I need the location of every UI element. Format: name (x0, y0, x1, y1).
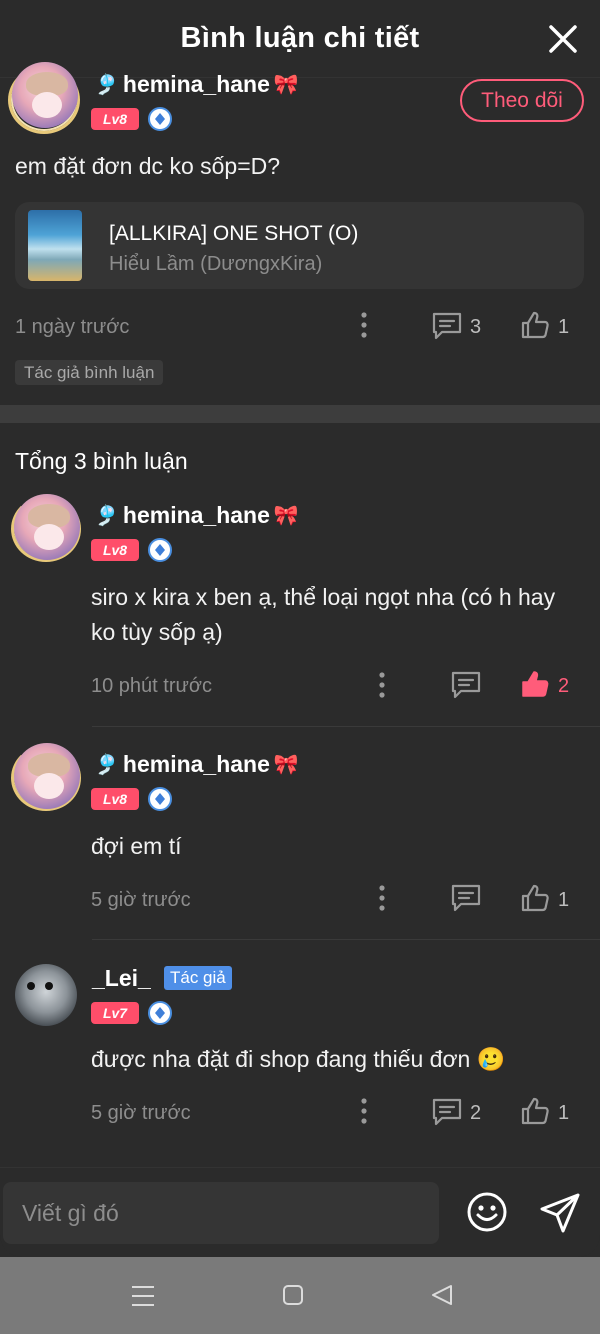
comment-input-bar (0, 1167, 600, 1257)
username[interactable]: 🎐 hemina_hane 🎀 (94, 71, 299, 98)
menu-icon[interactable] (131, 1284, 155, 1308)
follow-button[interactable]: Theo dõi (460, 79, 584, 122)
avatar[interactable] (15, 964, 77, 1026)
comment-icon[interactable] (431, 1097, 463, 1127)
emoji-icon[interactable] (466, 1191, 508, 1233)
level-badge: Lv8 (91, 788, 139, 810)
book-cover-image (28, 210, 82, 281)
comment-author-tag: Tác giả bình luận (15, 360, 164, 385)
shield-icon (148, 538, 172, 562)
comment-time: 1 ngày trước (15, 316, 130, 338)
page-title: Bình luận chi tiết (180, 22, 420, 54)
shield-icon (148, 787, 172, 811)
comment-input[interactable] (3, 1182, 439, 1244)
comment-icon[interactable] (431, 311, 463, 341)
shield-icon (148, 107, 172, 131)
book-subtitle: Hiểu Lầm (DươngxKira) (109, 253, 323, 275)
balloon-icon: 🎐 (94, 74, 119, 96)
bow-icon: 🎀 (273, 754, 299, 776)
reply-time: 5 giờ trước (91, 1102, 191, 1124)
avatar[interactable] (12, 62, 78, 128)
like-icon[interactable] (520, 310, 550, 340)
book-title: [ALLKIRA] ONE SHOT (O) (109, 222, 359, 245)
book-card[interactable]: [ALLKIRA] ONE SHOT (O) Hiểu Lầm (DươngxK… (15, 202, 584, 289)
level-badge: Lv8 (91, 108, 139, 130)
comment-text: em đặt đơn dc ko sốp=D? (15, 153, 281, 179)
like-icon-active[interactable] (520, 669, 550, 699)
send-icon[interactable] (538, 1191, 582, 1235)
bow-icon: 🎀 (273, 505, 299, 527)
home-icon[interactable] (282, 1284, 304, 1306)
comment-icon[interactable] (450, 883, 482, 913)
like-count: 1 (558, 316, 570, 338)
more-icon[interactable] (354, 311, 374, 339)
replies-title: Tổng 3 bình luận (15, 448, 188, 474)
more-icon[interactable] (372, 671, 392, 699)
balloon-icon: 🎐 (94, 505, 119, 527)
level-badge: Lv7 (91, 1002, 139, 1024)
reply-text: siro x kira x ben ạ, thể loại ngọt nha (… (91, 584, 556, 610)
username[interactable]: 🎐 hemina_hane 🎀 (94, 751, 299, 778)
divider (92, 939, 600, 940)
more-icon[interactable] (354, 1097, 374, 1125)
avatar[interactable] (14, 494, 80, 560)
header: Bình luận chi tiết (0, 0, 600, 78)
username[interactable]: 🎐 hemina_hane 🎀 (94, 502, 299, 529)
avatar[interactable] (14, 743, 80, 809)
username[interactable]: _Lei_ (92, 965, 151, 992)
reply-count: 2 (470, 1102, 482, 1124)
reply-time: 10 phút trước (91, 675, 213, 697)
reply-count: 3 (470, 316, 482, 338)
more-icon[interactable] (372, 884, 392, 912)
like-count: 1 (558, 1102, 570, 1124)
section-divider (0, 405, 600, 423)
like-count: 1 (558, 889, 570, 911)
reply-text: đợi em tí (91, 833, 182, 859)
like-count: 2 (558, 675, 570, 697)
reply-text-continued: ko tùy sốp ạ) (91, 619, 223, 645)
comment-icon[interactable] (450, 670, 482, 700)
level-badge: Lv8 (91, 539, 139, 561)
balloon-icon: 🎐 (94, 754, 119, 776)
close-icon[interactable] (546, 22, 580, 56)
shield-icon (148, 1001, 172, 1025)
like-icon[interactable] (520, 1096, 550, 1126)
bow-icon: 🎀 (273, 74, 299, 96)
divider (92, 726, 600, 727)
system-nav-bar (0, 1257, 600, 1334)
reply-time: 5 giờ trước (91, 889, 191, 911)
author-tag: Tác giả (164, 966, 232, 990)
like-icon[interactable] (520, 883, 550, 913)
reply-text: được nha đặt đi shop đang thiếu đơn 🥲 (91, 1046, 506, 1072)
back-icon[interactable] (430, 1283, 454, 1307)
